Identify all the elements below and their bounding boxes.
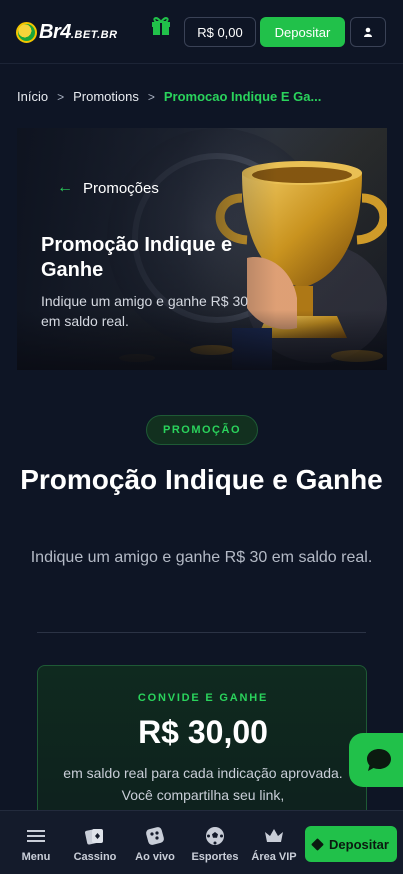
- breadcrumb: Início > Promotions > Promocao Indique E…: [17, 89, 321, 104]
- invite-description: em saldo real para cada indicação aprova…: [63, 765, 343, 803]
- logo-ball-icon: [16, 21, 37, 43]
- back-to-promotions-link[interactable]: ← Promoções: [57, 179, 159, 197]
- arrow-left-icon: ←: [57, 179, 73, 196]
- invite-amount: R$ 30,00: [138, 714, 268, 750]
- top-header: Br4.BET.BR R$ 0,00 Depositar: [0, 0, 403, 64]
- invite-label: CONVIDE E GANHE: [137, 692, 269, 704]
- breadcrumb-separator-icon: >: [57, 89, 65, 104]
- nav-cassino[interactable]: Cassino: [65, 825, 125, 863]
- bottom-navigation: Menu Cassino Ao vivo Esportes Área VIP D…: [0, 810, 403, 874]
- breadcrumb-home-link[interactable]: Início: [17, 89, 48, 104]
- crown-icon: [244, 825, 304, 847]
- soccer-ball-icon: [185, 825, 245, 847]
- back-link-label: Promoções: [83, 179, 159, 197]
- nav-menu[interactable]: Menu: [6, 825, 66, 863]
- nav-esportes-label: Esportes: [191, 851, 239, 863]
- banner-title: Promoção Indique e Ganhe: [41, 234, 233, 281]
- divider: [37, 632, 366, 633]
- deposit-button[interactable]: Depositar: [260, 17, 345, 47]
- nav-ao-vivo[interactable]: Ao vivo: [125, 825, 185, 863]
- breadcrumb-current: Promocao Indique E Ga...: [163, 89, 322, 104]
- bottom-deposit-label: Depositar: [329, 836, 389, 852]
- nav-esportes[interactable]: Esportes: [185, 825, 245, 863]
- nav-ao-vivo-label: Ao vivo: [135, 851, 175, 863]
- chat-button[interactable]: [349, 733, 403, 787]
- breadcrumb-separator-icon: >: [147, 89, 155, 104]
- page-description: Indique um amigo e ganhe R$ 30 em saldo …: [30, 549, 373, 566]
- nav-area-vip[interactable]: Área VIP: [244, 825, 304, 863]
- banner-description: Indique um amigo e ganhe R$ 30 em saldo …: [41, 293, 249, 329]
- cards-icon: [65, 825, 125, 847]
- site-logo[interactable]: Br4.BET.BR: [16, 19, 118, 45]
- promotion-badge: PROMOÇÃO: [146, 415, 258, 445]
- promo-banner: ← Promoções Promoção Indique e Ganhe Ind…: [17, 128, 387, 370]
- gift-icon[interactable]: [150, 14, 172, 36]
- user-icon: [364, 27, 372, 37]
- logo-text: Br4: [39, 20, 71, 43]
- breadcrumb-promotions-link[interactable]: Promotions: [73, 89, 139, 104]
- diamond-icon: [311, 837, 324, 851]
- nav-cassino-label: Cassino: [73, 851, 117, 863]
- bottom-deposit-button[interactable]: Depositar: [305, 826, 397, 862]
- nav-menu-label: Menu: [21, 851, 51, 863]
- nav-area-vip-label: Área VIP: [251, 851, 297, 863]
- chat-bubble-icon: [367, 749, 391, 771]
- page-title: Promoção Indique e Ganhe: [20, 464, 383, 495]
- dice-icon: [125, 825, 185, 847]
- logo-suffix: .BET.BR: [70, 28, 118, 41]
- menu-icon: [6, 825, 66, 847]
- balance-display[interactable]: R$ 0,00: [184, 17, 256, 47]
- user-account-button[interactable]: [350, 17, 386, 47]
